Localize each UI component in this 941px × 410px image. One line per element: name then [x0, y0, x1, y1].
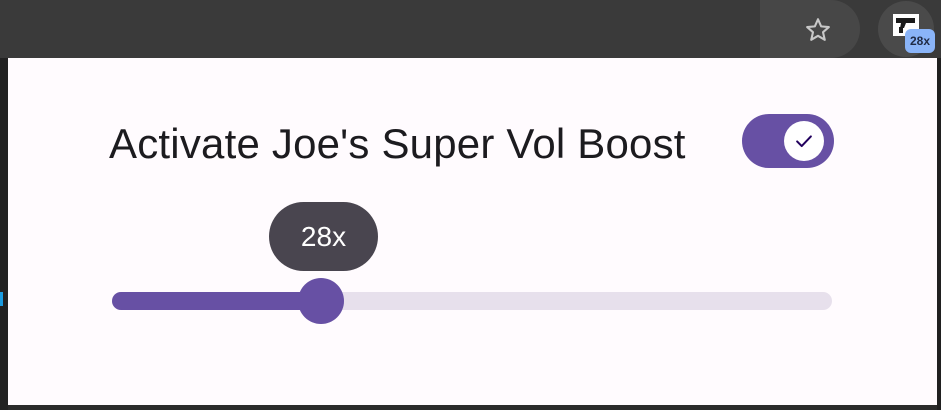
page-link-fragment: [0, 292, 3, 306]
check-icon: [796, 135, 812, 148]
volume-slider-fill: [112, 292, 321, 310]
extension-badge: 28x: [905, 29, 935, 53]
page-background-left: [0, 58, 8, 410]
star-outline-icon: [806, 18, 830, 41]
activate-toggle[interactable]: [742, 114, 834, 168]
extension-popup: Activate Joe's Super Vol Boost 28x: [8, 58, 937, 405]
volume-slider-thumb[interactable]: [297, 278, 344, 324]
volume-slider-track[interactable]: [112, 292, 832, 310]
slider-value-tooltip: 28x: [269, 202, 378, 271]
browser-toolbar: 28x: [0, 0, 941, 58]
bookmark-star-button[interactable]: [798, 10, 838, 50]
extension-button[interactable]: 28x: [876, 0, 938, 58]
toggle-handle: [784, 121, 824, 161]
popup-title: Activate Joe's Super Vol Boost: [109, 120, 686, 167]
page-background-right: [937, 58, 941, 410]
